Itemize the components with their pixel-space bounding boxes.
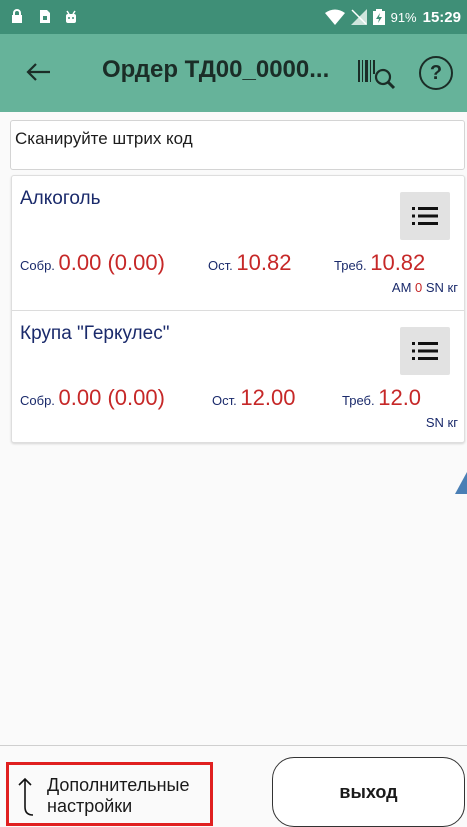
page-title: Ордер ТД00_0000... <box>102 56 330 83</box>
expand-up-icon <box>18 777 34 816</box>
item-menu-button[interactable] <box>400 327 450 375</box>
exit-label: выход <box>339 781 398 802</box>
scan-label: Сканируйте штрих код <box>15 129 193 148</box>
remaining-label: Ост. <box>212 393 237 408</box>
battery-charging-icon <box>372 9 385 25</box>
list-menu-icon <box>412 207 438 225</box>
barcode-scan-field[interactable]: Сканируйте штрих код <box>10 120 465 170</box>
scroll-arrow-icon <box>455 472 467 494</box>
list-item[interactable]: Алкоголь Собр. 0.00 (0.00) Ост. 10.82 Тр… <box>12 176 464 310</box>
required: Треб. 12.0 <box>342 385 421 411</box>
lock-icon <box>12 9 22 23</box>
item-menu-button[interactable] <box>400 192 450 240</box>
exit-button[interactable]: выход <box>272 757 465 827</box>
remaining-value: 12.00 <box>240 385 296 410</box>
item-units: АМ 0 SN кг <box>392 280 458 295</box>
remaining: Ост. 10.82 <box>208 250 291 276</box>
barcode-search-icon[interactable] <box>356 56 400 92</box>
android-icon <box>66 10 76 23</box>
help-icon: ? <box>429 61 443 84</box>
remaining: Ост. 12.00 <box>212 385 295 411</box>
remaining-label: Ост. <box>208 258 233 273</box>
list-menu-icon <box>412 342 438 360</box>
clock: 15:29 <box>422 8 461 26</box>
collected: Собр. 0.00 (0.00) <box>20 385 165 411</box>
sim-icon <box>40 10 50 23</box>
more-settings-button[interactable]: Дополнительные настройки <box>6 762 213 826</box>
item-name: Крупа "Геркулес" <box>20 323 170 344</box>
required-label: Треб. <box>342 393 375 408</box>
required: Треб. 10.82 <box>334 250 425 276</box>
required-value: 12.0 <box>378 385 422 410</box>
no-signal-icon <box>350 9 367 25</box>
remaining-value: 10.82 <box>236 250 292 275</box>
collected-label: Собр. <box>20 393 55 408</box>
collected-label: Собр. <box>20 258 55 273</box>
items-list: Алкоголь Собр. 0.00 (0.00) Ост. 10.82 Тр… <box>11 175 465 443</box>
units-label: SN кг <box>425 280 458 295</box>
collected-value: 0.00 (0.00) <box>58 250 165 275</box>
back-arrow-icon[interactable] <box>20 54 56 90</box>
item-name: Алкоголь <box>20 188 101 209</box>
list-item[interactable]: Крупа "Геркулес" Собр. 0.00 (0.00) Ост. … <box>12 310 464 445</box>
required-label: Треб. <box>334 258 367 273</box>
units-label: SN кг <box>425 415 458 430</box>
collected-value: 0.00 (0.00) <box>58 385 165 410</box>
more-settings-label: Дополнительные настройки <box>47 775 190 816</box>
wifi-icon <box>324 9 345 25</box>
app-bar: Ордер ТД00_0000... ? <box>0 34 467 112</box>
required-value: 10.82 <box>370 250 426 275</box>
help-button[interactable]: ? <box>419 56 453 90</box>
am-value: 0 <box>415 280 423 295</box>
item-units: SN кг <box>426 415 458 430</box>
status-bar: 91% 15:29 <box>0 0 467 34</box>
am-label: АМ <box>391 280 412 295</box>
divider <box>0 745 467 746</box>
battery-percent: 91% <box>390 9 417 25</box>
collected: Собр. 0.00 (0.00) <box>20 250 165 276</box>
